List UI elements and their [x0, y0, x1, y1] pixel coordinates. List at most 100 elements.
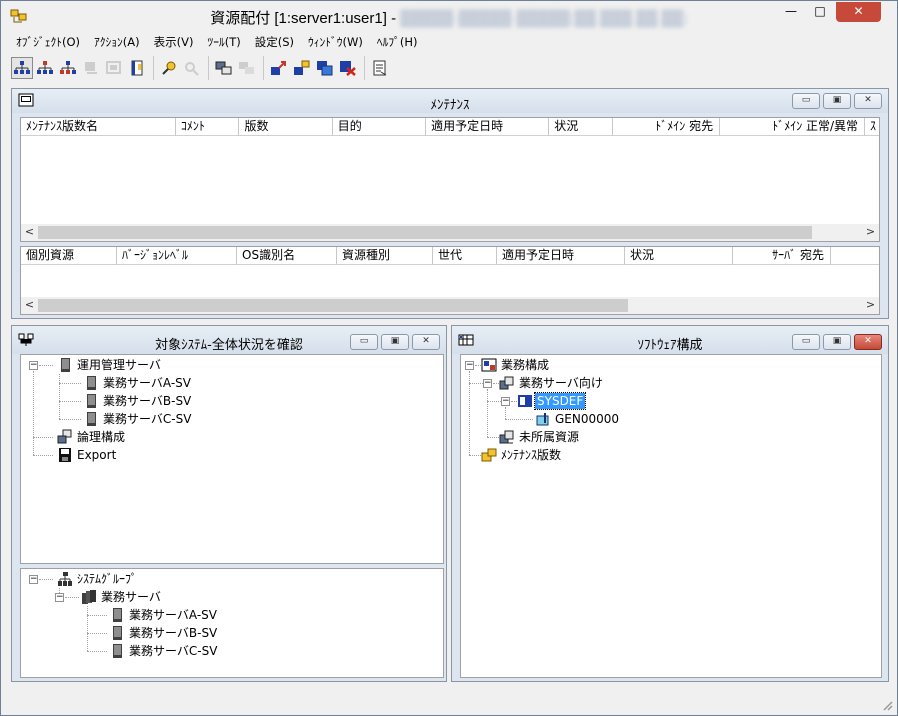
menu-help[interactable]: ﾍﾙﾌﾟ(H) — [370, 32, 425, 52]
server-icon — [87, 412, 96, 426]
resize-grip-icon[interactable] — [881, 699, 893, 711]
software-maximize-button[interactable]: ▣ — [823, 334, 851, 350]
col-schedule2[interactable]: 適用予定日時 — [497, 247, 625, 265]
system-group-tree[interactable]: − ｼｽﾃﾑｸﾞﾙｰﾌﾟ − 業務サーバ 業務サーバA-SV 業務サーバB-SV… — [20, 568, 444, 678]
expand-icon[interactable]: − — [465, 361, 474, 370]
scroll-left-icon[interactable]: < — [21, 297, 38, 314]
maintenance-hscroll[interactable]: < > — [21, 224, 879, 241]
col-status[interactable]: 状況 — [549, 118, 613, 136]
target-maximize-button[interactable]: ▣ — [381, 334, 409, 350]
app-window: 資源配付 [1:server1:user1] - █████-█████-███… — [0, 0, 898, 716]
col-domain-ok[interactable]: ﾄﾞﾒｲﾝ 正常/異常 — [720, 118, 866, 136]
software-close-button[interactable]: ✕ — [854, 334, 882, 350]
transfer-button[interactable] — [291, 57, 313, 79]
col-os-name[interactable]: OS識別名 — [237, 247, 337, 265]
software-panel-header[interactable]: ｿﾌﾄｳｪｱ構成 ▭ ▣ ✕ — [452, 326, 888, 354]
col-purpose[interactable]: 目的 — [333, 118, 427, 136]
col-comment[interactable]: ｺﾒﾝﾄ — [176, 118, 240, 136]
col-version-level[interactable]: ﾊﾞｰｼﾞｮﾝﾚﾍﾞﾙ — [117, 247, 237, 265]
scroll-thumb[interactable] — [38, 226, 812, 239]
expand-icon[interactable]: − — [483, 379, 492, 388]
col-maint-version[interactable]: ﾒﾝﾃﾅﾝｽ版数名 — [21, 118, 176, 136]
tree-alt-button[interactable] — [34, 57, 56, 79]
maintenance-version-icon — [481, 448, 497, 462]
window-button[interactable] — [314, 57, 336, 79]
title-bar[interactable]: 資源配付 [1:server1:user1] - █████-█████-███… — [1, 1, 897, 32]
maintenance-list[interactable]: ﾒﾝﾃﾅﾝｽ版数名 ｺﾒﾝﾄ 版数 目的 適用予定日時 状況 ﾄﾞﾒｲﾝ 宛先 … — [20, 117, 880, 242]
minimize-button[interactable]: — — [778, 2, 804, 22]
scroll-right-icon[interactable]: > — [862, 224, 879, 241]
tree-item-maint-versions[interactable]: ﾒﾝﾃﾅﾝｽ版数 — [481, 446, 563, 464]
scroll-thumb[interactable] — [38, 299, 628, 312]
tree-item-logical[interactable]: 論理構成 — [57, 428, 127, 446]
col-resource[interactable]: 個別資源 — [21, 247, 117, 265]
tree-item-business-servers[interactable]: 業務サーバ — [81, 588, 163, 606]
scroll-left-icon[interactable]: < — [21, 224, 38, 241]
expand-icon[interactable]: − — [29, 361, 38, 370]
resource-hscroll[interactable]: < > — [21, 297, 879, 314]
resource-list[interactable]: 個別資源 ﾊﾞｰｼﾞｮﾝﾚﾍﾞﾙ OS識別名 資源種別 世代 適用予定日時 状況… — [20, 246, 880, 315]
col-more[interactable]: ｽ — [865, 118, 879, 136]
tree-item-admin-server[interactable]: 運用管理サーバ — [57, 356, 163, 374]
toolbar — [11, 54, 889, 82]
menu-settings[interactable]: 設定(S) — [248, 32, 301, 52]
software-minimize-button[interactable]: ▭ — [792, 334, 820, 350]
tree-item-gen[interactable]: GEN00000 — [535, 410, 621, 428]
disabled-search-icon — [185, 62, 199, 76]
delete-button[interactable] — [337, 57, 359, 79]
menu-object[interactable]: ｵﾌﾞｼﾞｪｸﾄ(O) — [9, 32, 87, 52]
edit-button[interactable] — [158, 57, 180, 79]
export-button[interactable] — [369, 57, 391, 79]
maintenance-panel-header[interactable]: ﾒﾝﾃﾅﾝｽ ▭ ▣ ✕ — [12, 89, 888, 113]
tree-item-sysdef[interactable]: SYSDEF — [517, 392, 587, 410]
tree-item-group-server-b[interactable]: 業務サーバB-SV — [109, 624, 219, 642]
disabled-terminal-button[interactable] — [236, 57, 258, 79]
target-close-button[interactable]: ✕ — [412, 334, 440, 350]
tree-item-export[interactable]: Export — [57, 446, 118, 464]
menu-tools[interactable]: ﾂｰﾙ(T) — [200, 32, 247, 52]
menu-view[interactable]: 表示(V) — [147, 32, 201, 52]
disabled-button-2[interactable] — [103, 57, 125, 79]
tree-item-business-servers-sw[interactable]: 業務サーバ向け — [499, 374, 605, 392]
tree-item-system-group[interactable]: ｼｽﾃﾑｸﾞﾙｰﾌﾟ — [57, 570, 139, 588]
server-icon — [87, 394, 96, 408]
document-button[interactable] — [126, 57, 148, 79]
maximize-button[interactable]: □ — [807, 2, 833, 22]
close-button[interactable]: ✕ — [836, 2, 881, 22]
col-status2[interactable]: 状況 — [625, 247, 733, 265]
maintenance-maximize-button[interactable]: ▣ — [823, 93, 851, 109]
col-domain-dest[interactable]: ﾄﾞﾒｲﾝ 宛先 — [613, 118, 721, 136]
tree-view-button[interactable] — [11, 57, 33, 79]
expand-icon[interactable]: − — [29, 575, 38, 584]
terminal-button[interactable] — [213, 57, 235, 79]
target-minimize-button[interactable]: ▭ — [350, 334, 378, 350]
col-generation[interactable]: 世代 — [433, 247, 497, 265]
target-panel-header[interactable]: 対象ｼｽﾃﾑ-全体状況を確認 ▭ ▣ ✕ — [12, 326, 446, 354]
col-schedule[interactable]: 適用予定日時 — [426, 118, 550, 136]
maintenance-minimize-button[interactable]: ▭ — [792, 93, 820, 109]
expand-icon[interactable]: − — [55, 593, 64, 602]
menu-window[interactable]: ｳｨﾝﾄﾞｳ(W) — [301, 32, 370, 52]
tree-item-unassigned[interactable]: 未所属資源 — [499, 428, 581, 446]
unassigned-icon — [499, 430, 514, 444]
server-tree[interactable]: − 運用管理サーバ 業務サーバA-SV 業務サーバB-SV 業務サーバC-SV … — [20, 354, 444, 564]
move-button[interactable] — [268, 57, 290, 79]
col-version[interactable]: 版数 — [239, 118, 333, 136]
tree-item-server-a[interactable]: 業務サーバA-SV — [83, 374, 193, 392]
tree-item-group-server-a[interactable]: 業務サーバA-SV — [109, 606, 219, 624]
col-resource-type[interactable]: 資源種別 — [337, 247, 433, 265]
tree-item-server-b[interactable]: 業務サーバB-SV — [83, 392, 193, 410]
menu-action[interactable]: ｱｸｼｮﾝ(A) — [87, 32, 147, 52]
maintenance-close-button[interactable]: ✕ — [854, 93, 882, 109]
scroll-right-icon[interactable]: > — [862, 297, 879, 314]
tree-item-server-c[interactable]: 業務サーバC-SV — [83, 410, 193, 428]
tree-label: 業務サーバA-SV — [129, 608, 217, 622]
tree-red-button[interactable] — [57, 57, 79, 79]
expand-icon[interactable]: − — [501, 397, 510, 406]
tree-item-group-server-c[interactable]: 業務サーバC-SV — [109, 642, 219, 660]
software-tree[interactable]: − 業務構成 − 業務サーバ向け − SYSDEF GEN00000 未所属資源… — [460, 354, 882, 678]
tree-item-business-config[interactable]: 業務構成 — [481, 356, 551, 374]
disabled-button-1[interactable] — [80, 57, 102, 79]
col-server-dest[interactable]: ｻｰﾊﾞ 宛先 — [733, 247, 831, 265]
search-button[interactable] — [181, 57, 203, 79]
